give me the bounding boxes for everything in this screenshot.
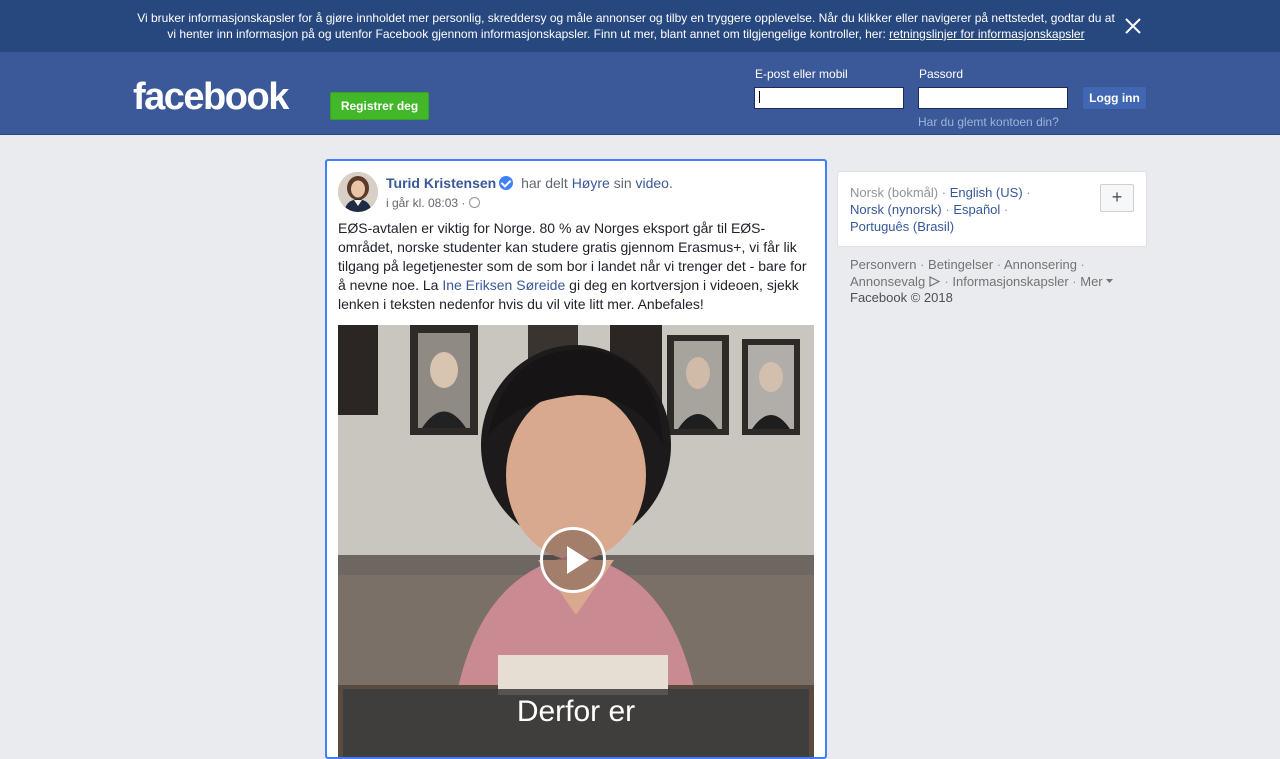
close-icon[interactable] <box>1122 15 1144 37</box>
language-current: Norsk (bokmål) <box>850 185 939 200</box>
login-button[interactable]: Logg inn <box>1082 86 1147 110</box>
avatar[interactable] <box>338 172 378 212</box>
globe-icon <box>469 197 481 208</box>
chevron-down-icon <box>1106 279 1114 283</box>
verified-badge-icon <box>499 176 514 190</box>
email-label: E-post eller mobil <box>755 67 848 81</box>
language-english[interactable]: English (US) <box>950 185 1023 200</box>
language-nynorsk[interactable]: Norsk (nynorsk) <box>850 202 942 217</box>
footer-link-cookies[interactable]: Informasjonskapsler <box>952 274 1068 289</box>
email-field[interactable] <box>754 87 904 109</box>
video-player[interactable]: Derfor er <box>338 325 814 757</box>
add-language-button[interactable]: + <box>1100 184 1134 212</box>
footer-link-privacy[interactable]: Personvern <box>850 257 916 272</box>
mention-link[interactable]: Ine Eriksen Søreide <box>442 277 565 293</box>
post-timestamp[interactable]: i går kl. 08:03 · <box>386 196 465 210</box>
top-header: facebook Registrer deg E-post eller mobi… <box>0 52 1280 135</box>
cookie-banner: Vi bruker informasjonskapsler for å gjør… <box>0 0 1280 52</box>
video-caption: Derfor er <box>516 695 636 728</box>
footer-link-more[interactable]: Mer <box>1080 274 1102 289</box>
footer-link-adchoices[interactable]: Annonsevalg <box>850 274 925 289</box>
language-spanish[interactable]: Español <box>953 202 1000 217</box>
play-button-icon[interactable] <box>540 527 606 593</box>
language-list: Norsk (bokmål) · English (US) · Norsk (n… <box>850 185 1031 234</box>
register-button[interactable]: Registrer deg <box>330 92 429 120</box>
page-link[interactable]: Høyre <box>572 175 610 191</box>
cookie-policy-link[interactable]: retningslinjer for informasjonskapsler <box>889 27 1084 41</box>
text-cursor <box>759 91 760 103</box>
shared-text: har delt <box>521 175 568 191</box>
password-field[interactable] <box>918 87 1068 109</box>
post-meta: i går kl. 08:03 · <box>386 196 481 210</box>
video-link[interactable]: video <box>636 175 669 191</box>
footer-link-advertising[interactable]: Annonsering <box>1004 257 1077 272</box>
language-selector: Norsk (bokmål) · English (US) · Norsk (n… <box>837 171 1147 247</box>
language-portuguese[interactable]: Português (Brasil) <box>850 219 954 234</box>
cookie-text-line2: vi henter inn informasjon på og utenfor … <box>167 27 886 41</box>
forgot-account-link[interactable]: Har du glemt kontoen din? <box>918 115 1059 129</box>
post-header: Turid Kristensen har delt Høyre sin vide… <box>386 175 673 191</box>
author-name-link[interactable]: Turid Kristensen <box>386 175 496 191</box>
post-text: EØS-avtalen er viktig for Norge. 80 % av… <box>338 219 816 314</box>
sin-text: sin <box>613 175 632 191</box>
footer-links: Personvern · Betingelser · Annonsering ·… <box>850 256 1150 290</box>
facebook-logo[interactable]: facebook <box>133 75 289 119</box>
post-card: Turid Kristensen har delt Høyre sin vide… <box>325 159 827 759</box>
cookie-text-line1: Vi bruker informasjonskapsler for å gjør… <box>137 11 1115 25</box>
adchoices-icon <box>929 276 941 287</box>
password-label: Passord <box>919 67 964 81</box>
copyright: Facebook © 2018 <box>850 290 953 305</box>
cookie-text: Vi bruker informasjonskapsler for å gjør… <box>130 10 1122 42</box>
footer-link-terms[interactable]: Betingelser <box>928 257 993 272</box>
